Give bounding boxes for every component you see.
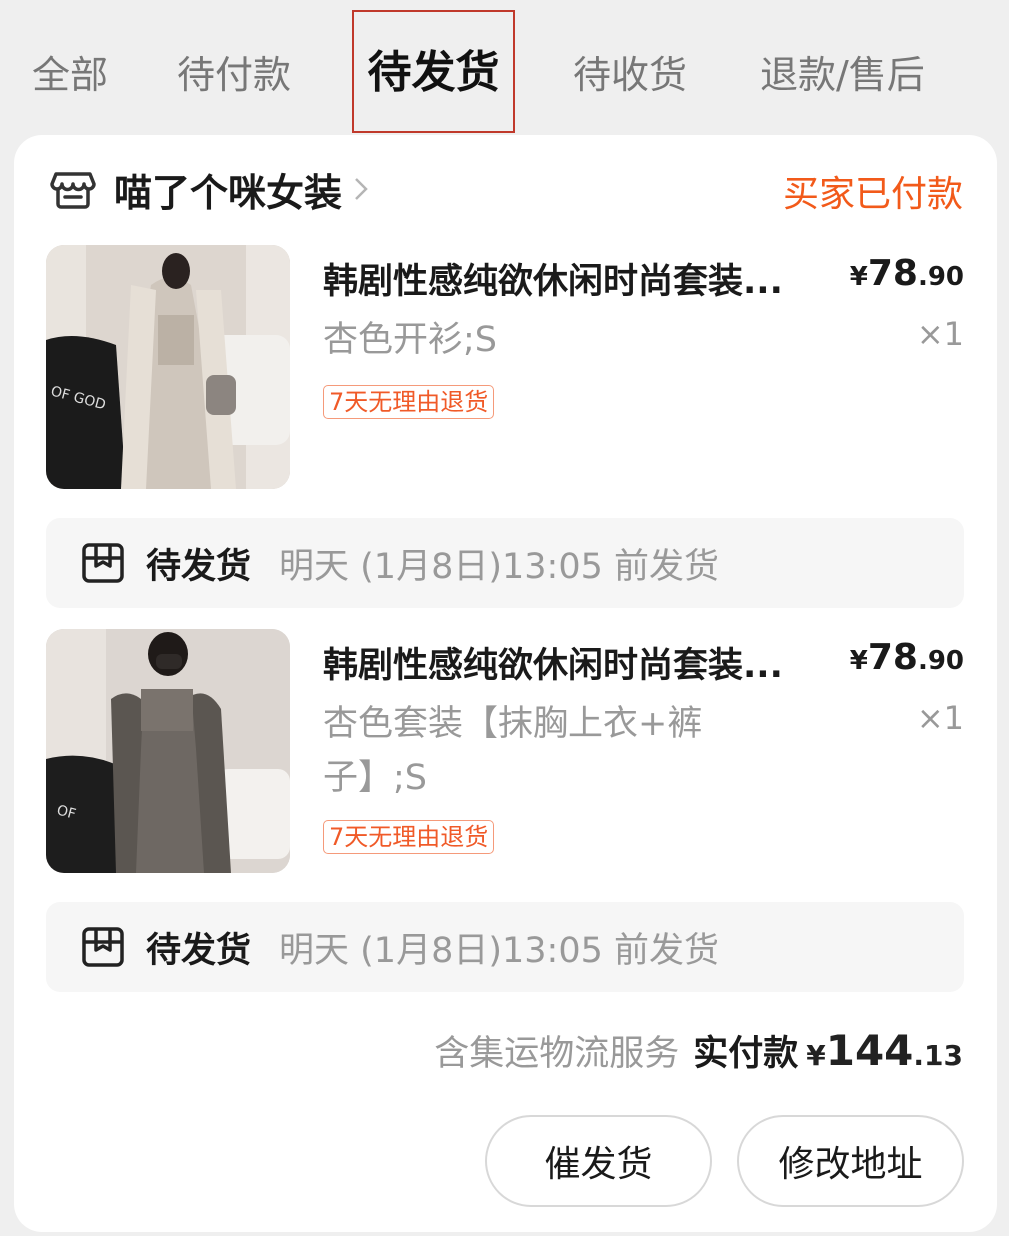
product-spec: 杏色套装【抹胸上衣+裤子】;S xyxy=(323,704,703,798)
product-spec: 杏色开衫;S xyxy=(323,320,498,360)
shipping-deadline: 明天 (1月8日)13:05 前发货 xyxy=(279,930,719,971)
return-policy-badge: 7天无理由退货 xyxy=(323,820,495,854)
product-photo: OF GOD xyxy=(46,245,290,489)
product-price: ¥78.90 xyxy=(850,253,964,294)
package-icon xyxy=(82,543,124,583)
currency-symbol: ¥ xyxy=(806,1039,826,1072)
shipping-deadline: 明天 (1月8日)13:05 前发货 xyxy=(279,546,719,587)
shipping-status-label: 待发货 xyxy=(146,930,252,971)
tab-pending-shipment[interactable]: 待发货 xyxy=(352,10,515,133)
tab-all[interactable]: 全部 xyxy=(32,44,108,99)
currency-symbol: ¥ xyxy=(849,262,868,292)
store-icon xyxy=(50,172,96,209)
remind-shipment-button[interactable]: 催发货 xyxy=(485,1115,712,1207)
price-decimal: .90 xyxy=(917,262,964,292)
product-image[interactable]: OF xyxy=(46,629,290,873)
product-quantity: ×1 xyxy=(916,315,964,353)
tab-pending-receipt[interactable]: 待收货 xyxy=(573,44,687,99)
currency-symbol: ¥ xyxy=(849,646,868,676)
product-price: ¥78.90 xyxy=(850,637,964,678)
product-title[interactable]: 韩剧性感纯欲休闲时尚套装... xyxy=(323,637,823,688)
order-item[interactable]: OF 韩剧性感纯欲休闲时尚套装... ¥78.90 杏色套装【抹胸上衣+裤子】;… xyxy=(46,629,966,874)
shop-header[interactable]: 喵了个咪女装 xyxy=(50,165,370,215)
edit-address-button[interactable]: 修改地址 xyxy=(737,1115,964,1207)
price-integer: 78 xyxy=(867,253,918,294)
shipping-status-row: 待发货 明天 (1月8日)13:05 前发货 xyxy=(46,518,964,608)
order-card: 喵了个咪女装 买家已付款 OF GOD 韩剧性感纯欲休闲时尚套装... ¥78.… xyxy=(14,135,997,1232)
package-icon xyxy=(82,927,124,967)
order-total: 含集运物流服务 实付款 ¥144.13 xyxy=(434,1025,963,1076)
chevron-right-icon xyxy=(355,178,368,200)
tab-pending-payment[interactable]: 待付款 xyxy=(177,44,291,99)
paid-label: 实付款 xyxy=(693,1034,799,1074)
product-image[interactable]: OF GOD xyxy=(46,245,290,489)
product-title[interactable]: 韩剧性感纯欲休闲时尚套装... xyxy=(323,253,823,304)
price-decimal: .90 xyxy=(917,646,964,676)
order-item[interactable]: OF GOD 韩剧性感纯欲休闲时尚套装... ¥78.90 杏色开衫;S ×1 … xyxy=(46,245,966,490)
order-status: 买家已付款 xyxy=(782,174,963,215)
product-photo: OF xyxy=(46,629,290,873)
shipping-status-label: 待发货 xyxy=(146,546,252,587)
total-decimal: .13 xyxy=(913,1039,963,1072)
tab-refund-aftersale[interactable]: 退款/售后 xyxy=(760,44,925,99)
total-integer: 144 xyxy=(825,1026,914,1075)
shipping-status-row: 待发货 明天 (1月8日)13:05 前发货 xyxy=(46,902,964,992)
shop-name: 喵了个咪女装 xyxy=(114,170,343,215)
logistics-note: 含集运物流服务 xyxy=(434,1034,680,1074)
product-quantity: ×1 xyxy=(916,699,964,737)
return-policy-badge: 7天无理由退货 xyxy=(323,385,495,419)
order-tabs: 全部 待付款 待发货 待收货 退款/售后 xyxy=(0,0,1009,135)
price-integer: 78 xyxy=(867,637,918,678)
